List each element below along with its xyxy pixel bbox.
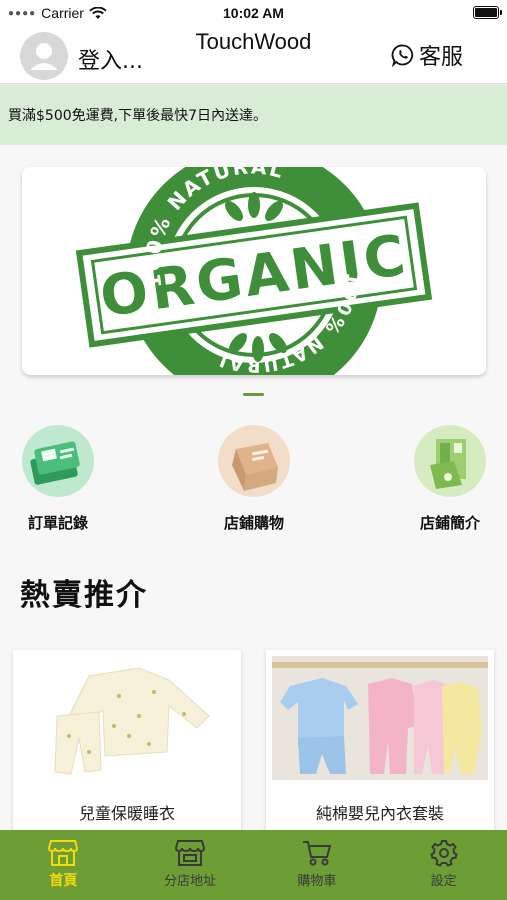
carousel-indicator[interactable] (243, 393, 264, 396)
category-shop-shopping[interactable]: 店鋪購物 (194, 425, 314, 533)
branch-store-icon (175, 840, 206, 866)
product-image (19, 656, 235, 780)
clock: 10:02 AM (223, 5, 284, 21)
tab-home[interactable]: 首頁 (0, 830, 127, 900)
status-bar: ●●●● Carrier 10:02 AM (0, 0, 507, 26)
organic-stamp-image: ORGANIC 100% NATURAL 100% NATURAL (75, 167, 433, 375)
category-order-records[interactable]: 訂單記錄 (0, 425, 118, 533)
storefront-icon (48, 840, 79, 866)
promo-banner[interactable]: ORGANIC 100% NATURAL 100% NATURAL (22, 167, 486, 375)
cart-icon (302, 841, 332, 866)
customer-service-label: 客服 (418, 45, 463, 70)
category-shop-intro[interactable]: 店鋪簡介 (390, 425, 507, 533)
product-name: 兒童保暖睡衣 (78, 804, 175, 823)
order-records-icon (22, 425, 94, 497)
shipping-notice-text: 買滿$500免運費,下單後最快7日內送達。 (8, 108, 267, 124)
bottom-tab-bar: 首頁 分店地址 購物車 設定 (0, 830, 507, 900)
category-label: 訂單記錄 (27, 514, 88, 532)
product-card[interactable]: 兒童保暖睡衣 (13, 650, 241, 840)
shipping-notice: 買滿$500免運費,下單後最快7日內送達。 (0, 85, 507, 145)
shop-shopping-icon (218, 425, 290, 497)
section-title: 熱賣推介 (20, 578, 148, 613)
customer-service-button[interactable]: 客服 (391, 39, 463, 71)
gear-icon (429, 840, 458, 867)
category-label: 店鋪簡介 (419, 514, 480, 532)
product-card[interactable]: 純棉嬰兒內衣套裝 (266, 650, 494, 840)
product-name: 純棉嬰兒內衣套裝 (315, 804, 444, 823)
battery-icon (473, 6, 502, 19)
tab-branch-address[interactable]: 分店地址 (127, 830, 254, 900)
tab-label: 首頁 (49, 873, 78, 889)
tab-label: 購物車 (297, 874, 337, 889)
tab-label: 分店地址 (164, 874, 217, 889)
app-header: 登入... TouchWood 客服 (0, 26, 507, 84)
category-label: 店鋪購物 (223, 514, 284, 532)
product-image (272, 656, 488, 780)
tab-settings[interactable]: 設定 (380, 830, 507, 900)
tab-label: 設定 (430, 874, 457, 889)
whatsapp-icon (391, 44, 414, 67)
tab-cart[interactable]: 購物車 (254, 830, 381, 900)
shop-intro-icon (414, 425, 486, 497)
